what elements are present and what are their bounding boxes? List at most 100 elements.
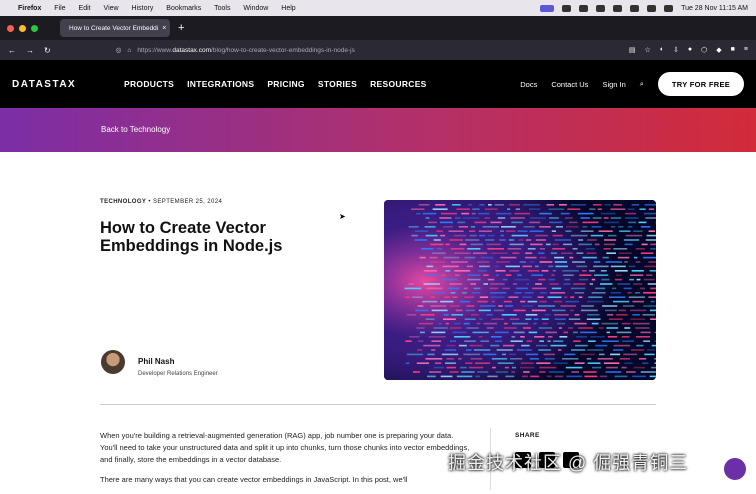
datastax-logo[interactable]: DATASTAX bbox=[12, 79, 112, 90]
reader-view-icon[interactable]: ▤ bbox=[629, 46, 636, 54]
try-for-free-button[interactable]: TRY FOR FREE bbox=[658, 72, 744, 96]
menu-view[interactable]: View bbox=[104, 5, 119, 12]
data-streak bbox=[439, 221, 453, 224]
extension-icon-2[interactable]: ■ bbox=[731, 46, 735, 54]
nav-products[interactable]: PRODUCTS bbox=[124, 79, 174, 89]
data-streak bbox=[452, 331, 467, 334]
reload-icon[interactable]: ↻ bbox=[44, 46, 51, 55]
data-streak bbox=[491, 336, 502, 338]
menu-hamburger-icon[interactable]: ≡ bbox=[744, 46, 748, 54]
url-text[interactable]: https://www.datastax.com/blog/how-to-cre… bbox=[137, 47, 355, 54]
data-streak bbox=[591, 278, 596, 281]
nav-resources[interactable]: RESOURCES bbox=[370, 79, 427, 89]
data-streak bbox=[456, 375, 473, 378]
data-streak bbox=[469, 230, 476, 232]
nav-stories[interactable]: STORIES bbox=[318, 79, 357, 89]
data-streak bbox=[570, 204, 587, 206]
data-streak bbox=[564, 278, 571, 281]
data-streak bbox=[532, 287, 547, 290]
back-to-technology-link[interactable]: Back to Technology bbox=[101, 125, 170, 134]
data-streak bbox=[498, 305, 503, 307]
bookmark-star-icon[interactable]: ☆ bbox=[645, 46, 651, 54]
data-streak bbox=[529, 221, 541, 224]
data-streak bbox=[610, 292, 622, 294]
search-icon[interactable] bbox=[647, 4, 657, 12]
data-streak bbox=[475, 375, 480, 378]
data-streak bbox=[454, 252, 471, 254]
extension-icon-1[interactable]: ◆ bbox=[716, 46, 721, 54]
data-streak bbox=[580, 353, 595, 356]
docs-link[interactable]: Docs bbox=[520, 80, 537, 89]
menubar-clock[interactable]: Tue 28 Nov 11:15 AM bbox=[681, 5, 748, 12]
status-icons: Tue 28 Nov 11:15 AM bbox=[540, 4, 748, 12]
data-streak bbox=[436, 248, 443, 250]
data-streak bbox=[514, 278, 530, 281]
data-streak bbox=[457, 221, 466, 224]
data-streak bbox=[590, 234, 604, 237]
status-icon-4[interactable] bbox=[613, 4, 623, 12]
menu-bookmarks[interactable]: Bookmarks bbox=[166, 5, 201, 12]
browser-tab-active[interactable]: How to Create Vector Embeddi × bbox=[60, 19, 170, 37]
data-streak bbox=[535, 283, 542, 285]
data-streak bbox=[539, 366, 557, 369]
data-streak bbox=[565, 300, 580, 303]
menu-edit[interactable]: Edit bbox=[79, 5, 91, 12]
forward-arrow-icon[interactable]: → bbox=[26, 46, 34, 55]
signin-link[interactable]: Sign In bbox=[602, 80, 625, 89]
close-window-button[interactable] bbox=[7, 24, 14, 32]
zoom-window-button[interactable] bbox=[31, 24, 38, 32]
data-streak bbox=[470, 243, 483, 246]
nav-pricing[interactable]: PRICING bbox=[267, 79, 305, 89]
data-streak bbox=[515, 287, 529, 290]
data-streak bbox=[623, 239, 640, 241]
data-streak bbox=[622, 305, 635, 307]
site-search-icon[interactable]: ⌕ bbox=[640, 79, 644, 89]
screen-record-icon[interactable] bbox=[540, 4, 555, 12]
menu-history[interactable]: History bbox=[132, 5, 154, 12]
data-streak bbox=[464, 340, 476, 342]
post-category[interactable]: TECHNOLOGY bbox=[100, 199, 146, 205]
nav-integrations[interactable]: INTEGRATIONS bbox=[187, 79, 254, 89]
close-tab-icon[interactable]: × bbox=[162, 25, 166, 32]
downloads-icon[interactable]: ⇩ bbox=[673, 46, 679, 54]
data-streak bbox=[470, 314, 480, 316]
data-streak bbox=[646, 274, 653, 276]
chat-widget-button[interactable] bbox=[722, 456, 748, 482]
menu-tools[interactable]: Tools bbox=[214, 5, 230, 12]
data-streak bbox=[533, 322, 537, 325]
minimize-window-button[interactable] bbox=[19, 24, 26, 32]
wifi-icon[interactable] bbox=[630, 4, 640, 12]
data-streak bbox=[454, 234, 467, 237]
data-streak bbox=[505, 274, 512, 276]
status-icon-1[interactable] bbox=[562, 4, 572, 12]
shield-icon[interactable]: ◎ bbox=[116, 46, 122, 54]
back-arrow-icon[interactable]: ← bbox=[8, 46, 16, 55]
data-streak bbox=[632, 300, 644, 303]
menu-help[interactable]: Help bbox=[281, 5, 295, 12]
data-streak bbox=[564, 296, 568, 298]
address-bar[interactable]: ◎ ⌂ https://www.datastax.com/blog/how-to… bbox=[116, 43, 556, 57]
data-streak bbox=[507, 208, 511, 210]
author-name[interactable]: Phil Nash bbox=[138, 357, 174, 366]
article-paragraph-2: There are many ways that you can create … bbox=[100, 475, 408, 484]
author-avatar[interactable] bbox=[101, 350, 125, 374]
data-streak bbox=[520, 300, 526, 303]
new-tab-button[interactable]: + bbox=[178, 22, 184, 34]
status-icon-3[interactable] bbox=[596, 4, 606, 12]
data-streak bbox=[440, 375, 453, 378]
data-streak bbox=[431, 340, 442, 342]
data-streak bbox=[428, 336, 446, 338]
account-icon[interactable]: ● bbox=[688, 46, 692, 54]
contact-link[interactable]: Contact Us bbox=[551, 80, 588, 89]
status-icon-2[interactable] bbox=[579, 4, 589, 12]
data-streak bbox=[621, 336, 630, 338]
pocket-icon[interactable]: ◐ bbox=[660, 46, 664, 54]
menu-window[interactable]: Window bbox=[243, 5, 268, 12]
menu-app-name[interactable]: Firefox bbox=[18, 5, 41, 12]
menu-file[interactable]: File bbox=[54, 5, 65, 12]
extensions-icon[interactable]: ⬡ bbox=[701, 46, 707, 54]
data-streak bbox=[494, 204, 504, 206]
control-center-icon[interactable] bbox=[664, 4, 674, 12]
data-streak bbox=[528, 331, 538, 334]
lock-icon[interactable]: ⌂ bbox=[127, 47, 131, 54]
